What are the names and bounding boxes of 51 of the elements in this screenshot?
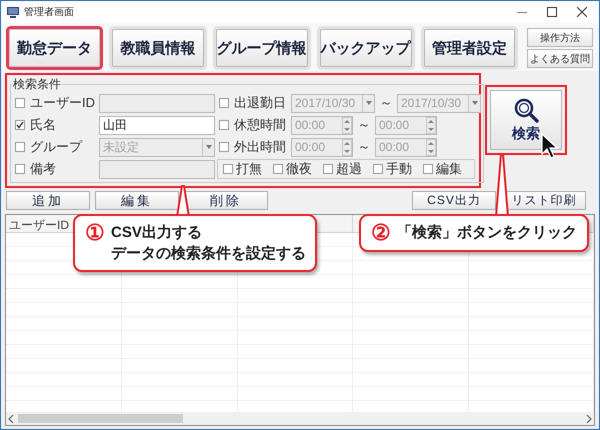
step-number: ①	[85, 222, 105, 244]
action-button[interactable]: 編集	[95, 191, 179, 210]
range-separator: ～	[378, 94, 394, 112]
field-label: 氏名	[30, 116, 57, 134]
field-label: 外出時間	[234, 138, 287, 156]
flag-label: 編集	[436, 160, 462, 178]
field-label: グループ	[30, 138, 84, 156]
cursor-icon	[541, 133, 559, 159]
help-button[interactable]: よくある質問	[527, 49, 593, 68]
tab[interactable]: バックアップ	[320, 29, 412, 67]
field-label: 備考	[30, 160, 57, 178]
flag-label: 徹夜	[286, 160, 312, 178]
checkbox[interactable]	[15, 120, 25, 130]
window-title: 管理者画面	[24, 6, 74, 19]
checkbox[interactable]	[373, 164, 383, 174]
tab[interactable]: 勤怠データ	[9, 29, 100, 67]
tab[interactable]: グループ情報	[216, 29, 308, 67]
flag-label: 超過	[336, 160, 362, 178]
callout-text: 「検索」ボタンをクリック	[397, 223, 577, 243]
range-separator: ～	[356, 116, 372, 134]
help-button[interactable]: 操作方法	[527, 28, 593, 47]
checkbox[interactable]	[223, 164, 233, 174]
action-button[interactable]: 削除	[184, 191, 268, 210]
scroll-left-icon[interactable]	[8, 414, 14, 422]
text-field[interactable]: 山田	[99, 116, 215, 134]
checkbox[interactable]	[423, 164, 433, 174]
action-button[interactable]: 追加	[6, 191, 90, 210]
horizontal-scrollbar[interactable]	[6, 412, 594, 425]
search-icon	[513, 97, 539, 123]
scroll-right-icon[interactable]	[586, 414, 592, 422]
callout-text: データの検索条件を設定する	[111, 244, 306, 264]
checkbox[interactable]	[323, 164, 333, 174]
tab[interactable]: 教職員情報	[112, 29, 204, 67]
panel-legend: 検索条件	[12, 76, 62, 93]
search-button[interactable]: 検索	[490, 90, 562, 150]
callout-text: CSV出力する	[111, 223, 203, 243]
column-header[interactable]: ユーザーID	[9, 218, 69, 232]
scrollbar-thumb[interactable]	[18, 414, 183, 423]
checkbox[interactable]	[273, 164, 283, 174]
maximize-icon[interactable]	[547, 7, 557, 17]
field-label: 出退勤日	[234, 94, 287, 112]
tab[interactable]: 管理者設定	[424, 29, 515, 67]
step-number: ②	[371, 222, 391, 244]
flag-label: 手動	[386, 160, 412, 178]
action-button[interactable]: CSV出力	[412, 191, 496, 210]
flag-label: 打無	[236, 160, 262, 178]
close-icon[interactable]	[577, 7, 587, 17]
field-label: 休憩時間	[234, 116, 287, 134]
field-label: ユーザーID	[30, 94, 96, 112]
range-separator: ～	[356, 138, 372, 156]
app-icon	[7, 6, 19, 18]
